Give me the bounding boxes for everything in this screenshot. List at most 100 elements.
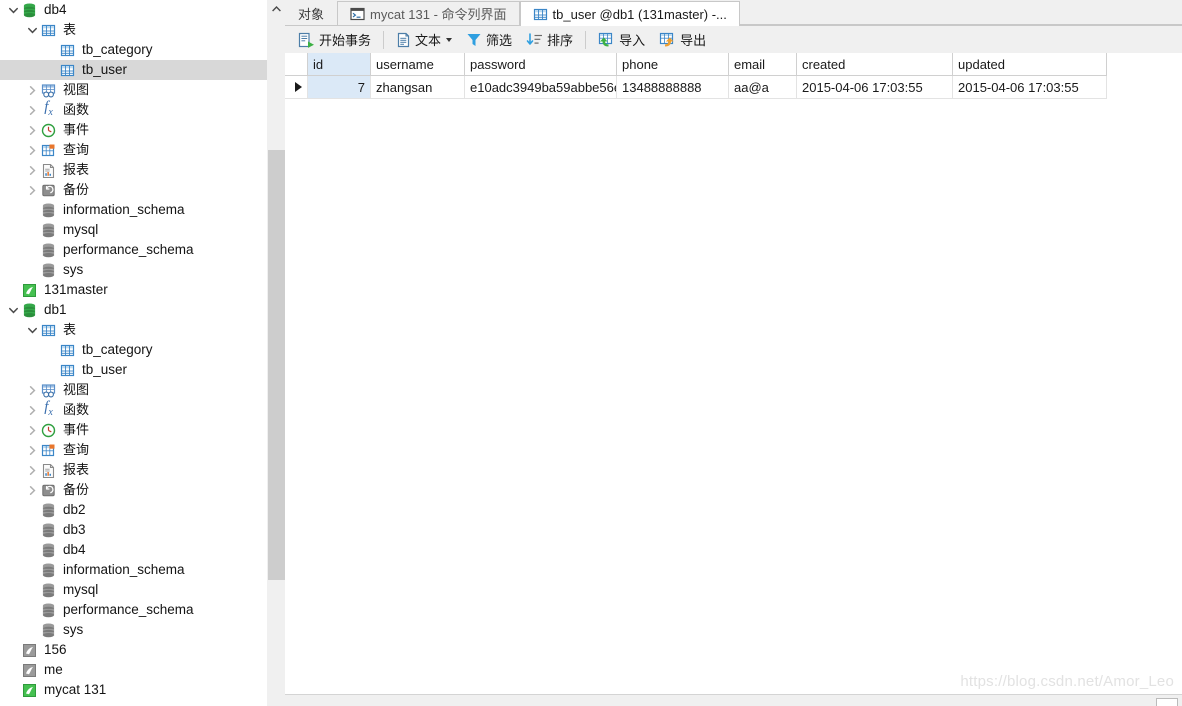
table-row[interactable]: 7 zhangsan e10adc3949ba59abbe56e057f20f883…	[285, 75, 1107, 99]
tree-node-[interactable]: 表	[0, 20, 268, 40]
cell-phone[interactable]: 13488888888	[616, 75, 729, 99]
tree-node-db4[interactable]: db4	[0, 540, 268, 560]
tree-node-db2[interactable]: db2	[0, 500, 268, 520]
tree-node-db1[interactable]: db1	[0, 300, 268, 320]
toolbar-button-export[interactable]: 导出	[652, 27, 713, 52]
toolbar-button-text[interactable]: 文本	[389, 27, 459, 52]
toolbar-button-filter[interactable]: 筛选	[459, 27, 519, 52]
tree-node-[interactable]: 备份	[0, 480, 268, 500]
tree-node-[interactable]: fx 函数	[0, 100, 268, 120]
object-tree-panel: db4 表 tb_category tb_user 视图 fx 函数 事件 查询 报表 备份 info…	[0, 0, 285, 706]
chevron-right-icon[interactable]	[24, 180, 40, 200]
data-grid-container[interactable]: id username password phone email created updat…	[285, 53, 1182, 695]
tree-node-tb_category[interactable]: tb_category	[0, 340, 268, 360]
column-header-username[interactable]: username	[370, 53, 465, 76]
tree-node-[interactable]: 报表	[0, 160, 268, 180]
object-tree[interactable]: db4 表 tb_category tb_user 视图 fx 函数 事件 查询 报表 备份 info…	[0, 0, 268, 700]
cell-id[interactable]: 7	[307, 75, 371, 99]
tree-node-[interactable]: 备份	[0, 180, 268, 200]
grid-toolbar[interactable]: 开始事务 文本 筛选 排序 导入 导出	[285, 26, 1182, 54]
cell-password[interactable]: e10adc3949ba59abbe56e057f20f883e	[464, 75, 617, 99]
column-header-label: email	[734, 56, 766, 72]
tree-node-information_schema[interactable]: information_schema	[0, 200, 268, 220]
query-icon	[40, 142, 57, 159]
tree-node-[interactable]: 视图	[0, 80, 268, 100]
tree-node-sys[interactable]: sys	[0, 620, 268, 640]
tab-objects[interactable]: 对象	[285, 1, 337, 25]
tree-node-[interactable]: 事件	[0, 120, 268, 140]
tree-node-[interactable]: 查询	[0, 440, 268, 460]
cell-updated[interactable]: 2015-04-06 17:03:55	[952, 75, 1107, 99]
chevron-right-icon[interactable]	[24, 440, 40, 460]
tree-node-mysql[interactable]: mysql	[0, 220, 268, 240]
database-icon	[21, 2, 38, 19]
connection-green-icon	[21, 282, 38, 299]
column-header-password[interactable]: password	[464, 53, 617, 76]
table-icon	[59, 362, 76, 379]
grid-header-row: id username password phone email created updat…	[285, 53, 1107, 76]
column-header-label: id	[313, 56, 324, 72]
tree-node-[interactable]: 查询	[0, 140, 268, 160]
toolbar-button-label: 文本	[415, 33, 442, 48]
toolbar-button-import[interactable]: 导入	[591, 27, 652, 52]
chevron-down-icon[interactable]	[24, 20, 40, 40]
tree-node-[interactable]: 事件	[0, 420, 268, 440]
tree-node-mysql[interactable]: mysql	[0, 580, 268, 600]
tree-node-tb_user[interactable]: tb_user	[0, 60, 268, 80]
scrollbar-thumb[interactable]	[268, 150, 285, 580]
chevron-down-icon[interactable]	[446, 37, 453, 42]
tab-strip[interactable]: 对象 mycat 131 - 命令列界面 tb_user @db1 (131mast…	[285, 0, 1182, 26]
tree-node-tb_user[interactable]: tb_user	[0, 360, 268, 380]
tab-console[interactable]: mycat 131 - 命令列界面	[337, 1, 520, 25]
chevron-down-icon[interactable]	[5, 0, 21, 20]
chevron-right-icon[interactable]	[24, 120, 40, 140]
toolbar-separator	[585, 30, 587, 49]
chevron-right-icon[interactable]	[24, 380, 40, 400]
column-header-created[interactable]: created	[796, 53, 953, 76]
chevron-right-icon[interactable]	[24, 140, 40, 160]
tree-node-[interactable]: fx 函数	[0, 400, 268, 420]
cell-username[interactable]: zhangsan	[370, 75, 465, 99]
tree-node-131master[interactable]: 131master	[0, 280, 268, 300]
column-header-phone[interactable]: phone	[616, 53, 729, 76]
toolbar-button-sort[interactable]: 排序	[519, 27, 580, 52]
chevron-right-icon[interactable]	[24, 400, 40, 420]
chevron-right-icon[interactable]	[24, 160, 40, 180]
tab-table-data[interactable]: tb_user @db1 (131master) -...	[519, 1, 740, 26]
tree-node-db3[interactable]: db3	[0, 520, 268, 540]
chevron-right-icon[interactable]	[24, 460, 40, 480]
scroll-up-arrow-icon[interactable]	[268, 0, 285, 17]
tree-twisty-placeholder	[5, 680, 21, 700]
column-header-updated[interactable]: updated	[952, 53, 1107, 76]
tree-node-[interactable]: 报表	[0, 460, 268, 480]
tree-node-mycat131[interactable]: mycat 131	[0, 680, 268, 700]
cell-created[interactable]: 2015-04-06 17:03:55	[796, 75, 953, 99]
chevron-down-icon[interactable]	[24, 320, 40, 340]
tree-node-[interactable]: 视图	[0, 380, 268, 400]
column-header-email[interactable]: email	[728, 53, 797, 76]
tree-twisty-placeholder	[24, 520, 40, 540]
column-header-id[interactable]: id	[307, 53, 371, 76]
chevron-right-icon[interactable]	[24, 80, 40, 100]
tree-node-[interactable]: 表	[0, 320, 268, 340]
chevron-right-icon[interactable]	[24, 100, 40, 120]
tree-node-performance_schema[interactable]: performance_schema	[0, 240, 268, 260]
row-header[interactable]	[285, 75, 308, 99]
data-grid[interactable]: id username password phone email created updat…	[285, 53, 1107, 99]
tree-node-me[interactable]: me	[0, 660, 268, 680]
tree-node-db4[interactable]: db4	[0, 0, 268, 20]
cell-value: 13488888888	[622, 79, 702, 95]
tree-node-156[interactable]: 156	[0, 640, 268, 660]
chevron-right-icon[interactable]	[24, 480, 40, 500]
cell-email[interactable]: aa@a	[728, 75, 797, 99]
sidebar-scrollbar[interactable]	[267, 0, 285, 706]
chevron-right-icon[interactable]	[24, 420, 40, 440]
tree-node-information_schema[interactable]: information_schema	[0, 560, 268, 580]
toolbar-button-begin-transaction[interactable]: 开始事务	[291, 27, 378, 52]
tree-node-performance_schema[interactable]: performance_schema	[0, 600, 268, 620]
tree-node-tb_category[interactable]: tb_category	[0, 40, 268, 60]
tree-node-label: mysql	[63, 222, 99, 237]
tree-node-label: 备份	[63, 482, 90, 497]
chevron-down-icon[interactable]	[5, 300, 21, 320]
tree-node-sys[interactable]: sys	[0, 260, 268, 280]
